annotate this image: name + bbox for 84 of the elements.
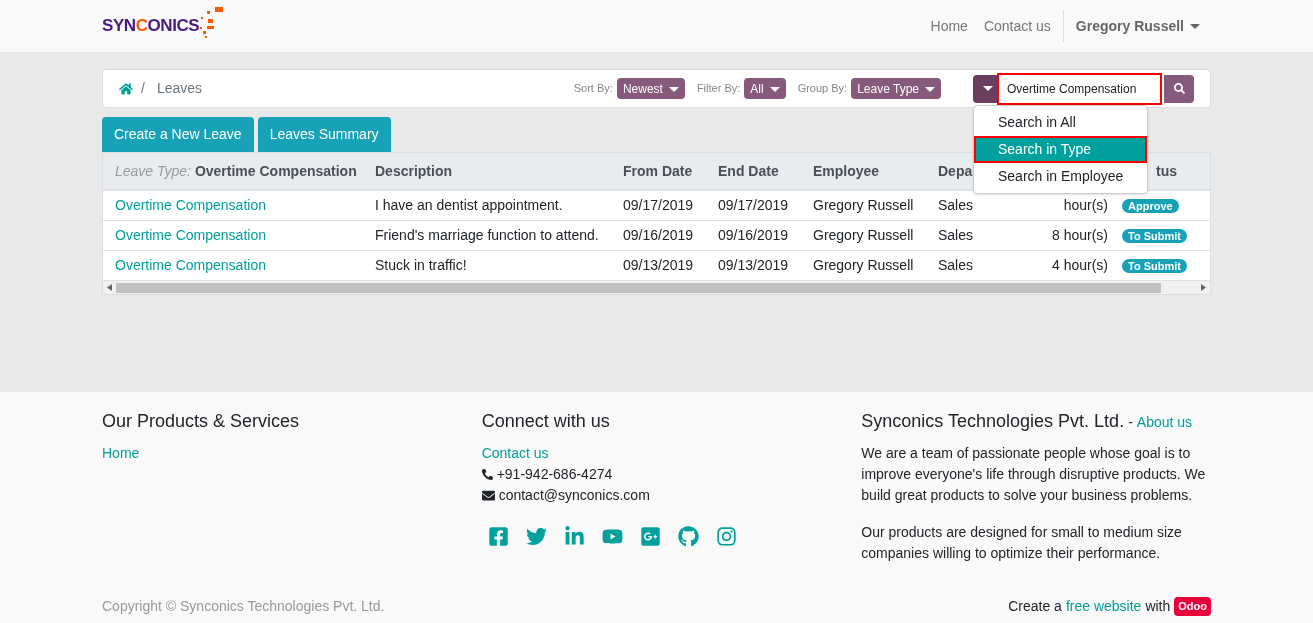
footer-link[interactable]: Contact us <box>481 443 862 464</box>
breadcrumb-current: Leaves <box>156 79 203 98</box>
about-paragraph: We are a team of passionate people whose goal is to improve everyone's life through disruptive products. We build great products to solve your business problems. <box>861 444 1207 505</box>
dropdown-button[interactable]: Leave Type <box>851 78 941 99</box>
footer-heading: Connect with us <box>481 410 611 433</box>
table-cell-text: 8 hour(s) <box>1050 226 1109 245</box>
table-cell-text: 09/17/2019 <box>622 196 695 215</box>
user-menu[interactable]: Gregory Russell <box>1067 15 1208 37</box>
instagram-icon[interactable] <box>715 526 737 547</box>
status-badge: To Submit <box>1122 229 1187 243</box>
email-address: contact@synconics.com <box>498 486 650 505</box>
table-cell-text: Sales <box>937 256 975 275</box>
table-cell-text: Gregory Russell <box>812 256 915 275</box>
control-label: Sort By: <box>573 81 613 97</box>
action-button[interactable]: Leaves Summary <box>257 117 391 152</box>
table-cell-text: 09/13/2019 <box>622 256 695 275</box>
table-cell-text: 4 hour(s) <box>1050 256 1109 275</box>
column-header: From Date <box>623 162 693 179</box>
control-label: Group By: <box>797 81 848 97</box>
dropdown-button[interactable]: Newest <box>616 78 685 99</box>
linkedin-icon[interactable] <box>563 526 585 547</box>
column-header: End Date <box>718 162 779 179</box>
scroll-right-icon[interactable] <box>1201 284 1206 291</box>
menu-item[interactable]: Search in All <box>974 108 1147 136</box>
footer-heading: Our Products & Services <box>102 410 301 433</box>
credit-text: with <box>1145 597 1171 616</box>
table-cell-text: Friend's marriage function to attend. <box>374 226 600 245</box>
scroll-left-icon[interactable] <box>107 284 112 291</box>
action-button[interactable]: Create a New Leave <box>102 117 254 152</box>
leave-type-link[interactable]: Overtime Compensation <box>103 225 369 246</box>
column-header: Leave Type: Overtime Compensation <box>114 161 358 181</box>
horizontal-scrollbar[interactable] <box>103 281 1210 294</box>
leave-type-link[interactable]: Overtime Compensation <box>103 255 369 276</box>
dropdown-button[interactable]: All <box>744 78 786 99</box>
odoo-badge[interactable]: Odoo <box>1174 597 1211 616</box>
logo-text: SYNCONICS <box>102 15 200 38</box>
search-icon <box>1173 83 1185 94</box>
table-cell-text: 09/16/2019 <box>622 226 695 245</box>
copyright-text: Copyright © Synconics Technologies Pvt. Ltd. <box>102 597 385 616</box>
footer-heading: Synconics Technologies Pvt. Ltd. <box>861 410 1125 433</box>
dash-separator: - <box>1128 413 1133 432</box>
status-badge: To Submit <box>1122 259 1187 273</box>
search-options-toggle[interactable] <box>973 74 997 103</box>
home-icon[interactable] <box>119 81 133 96</box>
table-cell-text: Sales <box>937 226 975 245</box>
search-field[interactable]: Overtime Compensation <box>997 72 1162 105</box>
menu-item[interactable]: Search in Employee <box>974 162 1147 190</box>
about-paragraph: Our products are designed for small to medium size companies willing to optimize their performance. <box>861 523 1183 563</box>
table-cell-text: 09/13/2019 <box>717 256 790 275</box>
table-cell-text: 09/16/2019 <box>717 226 790 245</box>
breadcrumb-separator: / <box>141 79 145 98</box>
menu-item[interactable]: Search in Type <box>974 135 1147 163</box>
table-cell-text: Sales <box>937 196 975 215</box>
nav-link[interactable]: Contact us <box>975 15 1059 37</box>
about-link[interactable]: About us <box>1136 412 1193 433</box>
status-badge: Approve <box>1122 199 1179 213</box>
credit-text: Create a <box>1008 597 1062 616</box>
caret-icon <box>925 86 935 92</box>
column-header: Employee <box>813 162 880 179</box>
table-cell-text: hour(s) <box>1062 196 1109 215</box>
nav-link[interactable]: Home <box>922 15 976 37</box>
column-header: Description <box>375 162 452 179</box>
column-header: Depa <box>938 162 973 179</box>
leave-type-link[interactable]: Overtime Compensation <box>103 195 369 216</box>
phone-number: +91-942-686-4274 <box>496 465 613 484</box>
footer-link[interactable]: Home <box>102 443 482 464</box>
caret-icon <box>769 86 780 92</box>
facebook-icon[interactable] <box>487 526 509 547</box>
table-cell-text: I have an dentist appointment. <box>374 196 564 215</box>
free-website-link[interactable]: free website <box>1065 596 1142 617</box>
phone-icon <box>481 469 493 480</box>
control-label: Filter By: <box>696 81 741 97</box>
table-cell-text: Gregory Russell <box>812 196 915 215</box>
envelope-icon <box>481 489 495 502</box>
table-cell-text: Gregory Russell <box>812 226 915 245</box>
github-icon[interactable] <box>677 526 699 547</box>
search-button[interactable] <box>1164 74 1194 103</box>
caret-icon <box>1190 24 1200 30</box>
table-cell-text: 09/17/2019 <box>717 196 790 215</box>
table-cell-text: Stuck in traffic! <box>374 256 468 275</box>
twitter-icon[interactable] <box>525 526 547 547</box>
column-header: tus <box>1156 162 1177 179</box>
caret-icon <box>668 86 679 92</box>
google-plus-icon[interactable] <box>639 526 661 547</box>
